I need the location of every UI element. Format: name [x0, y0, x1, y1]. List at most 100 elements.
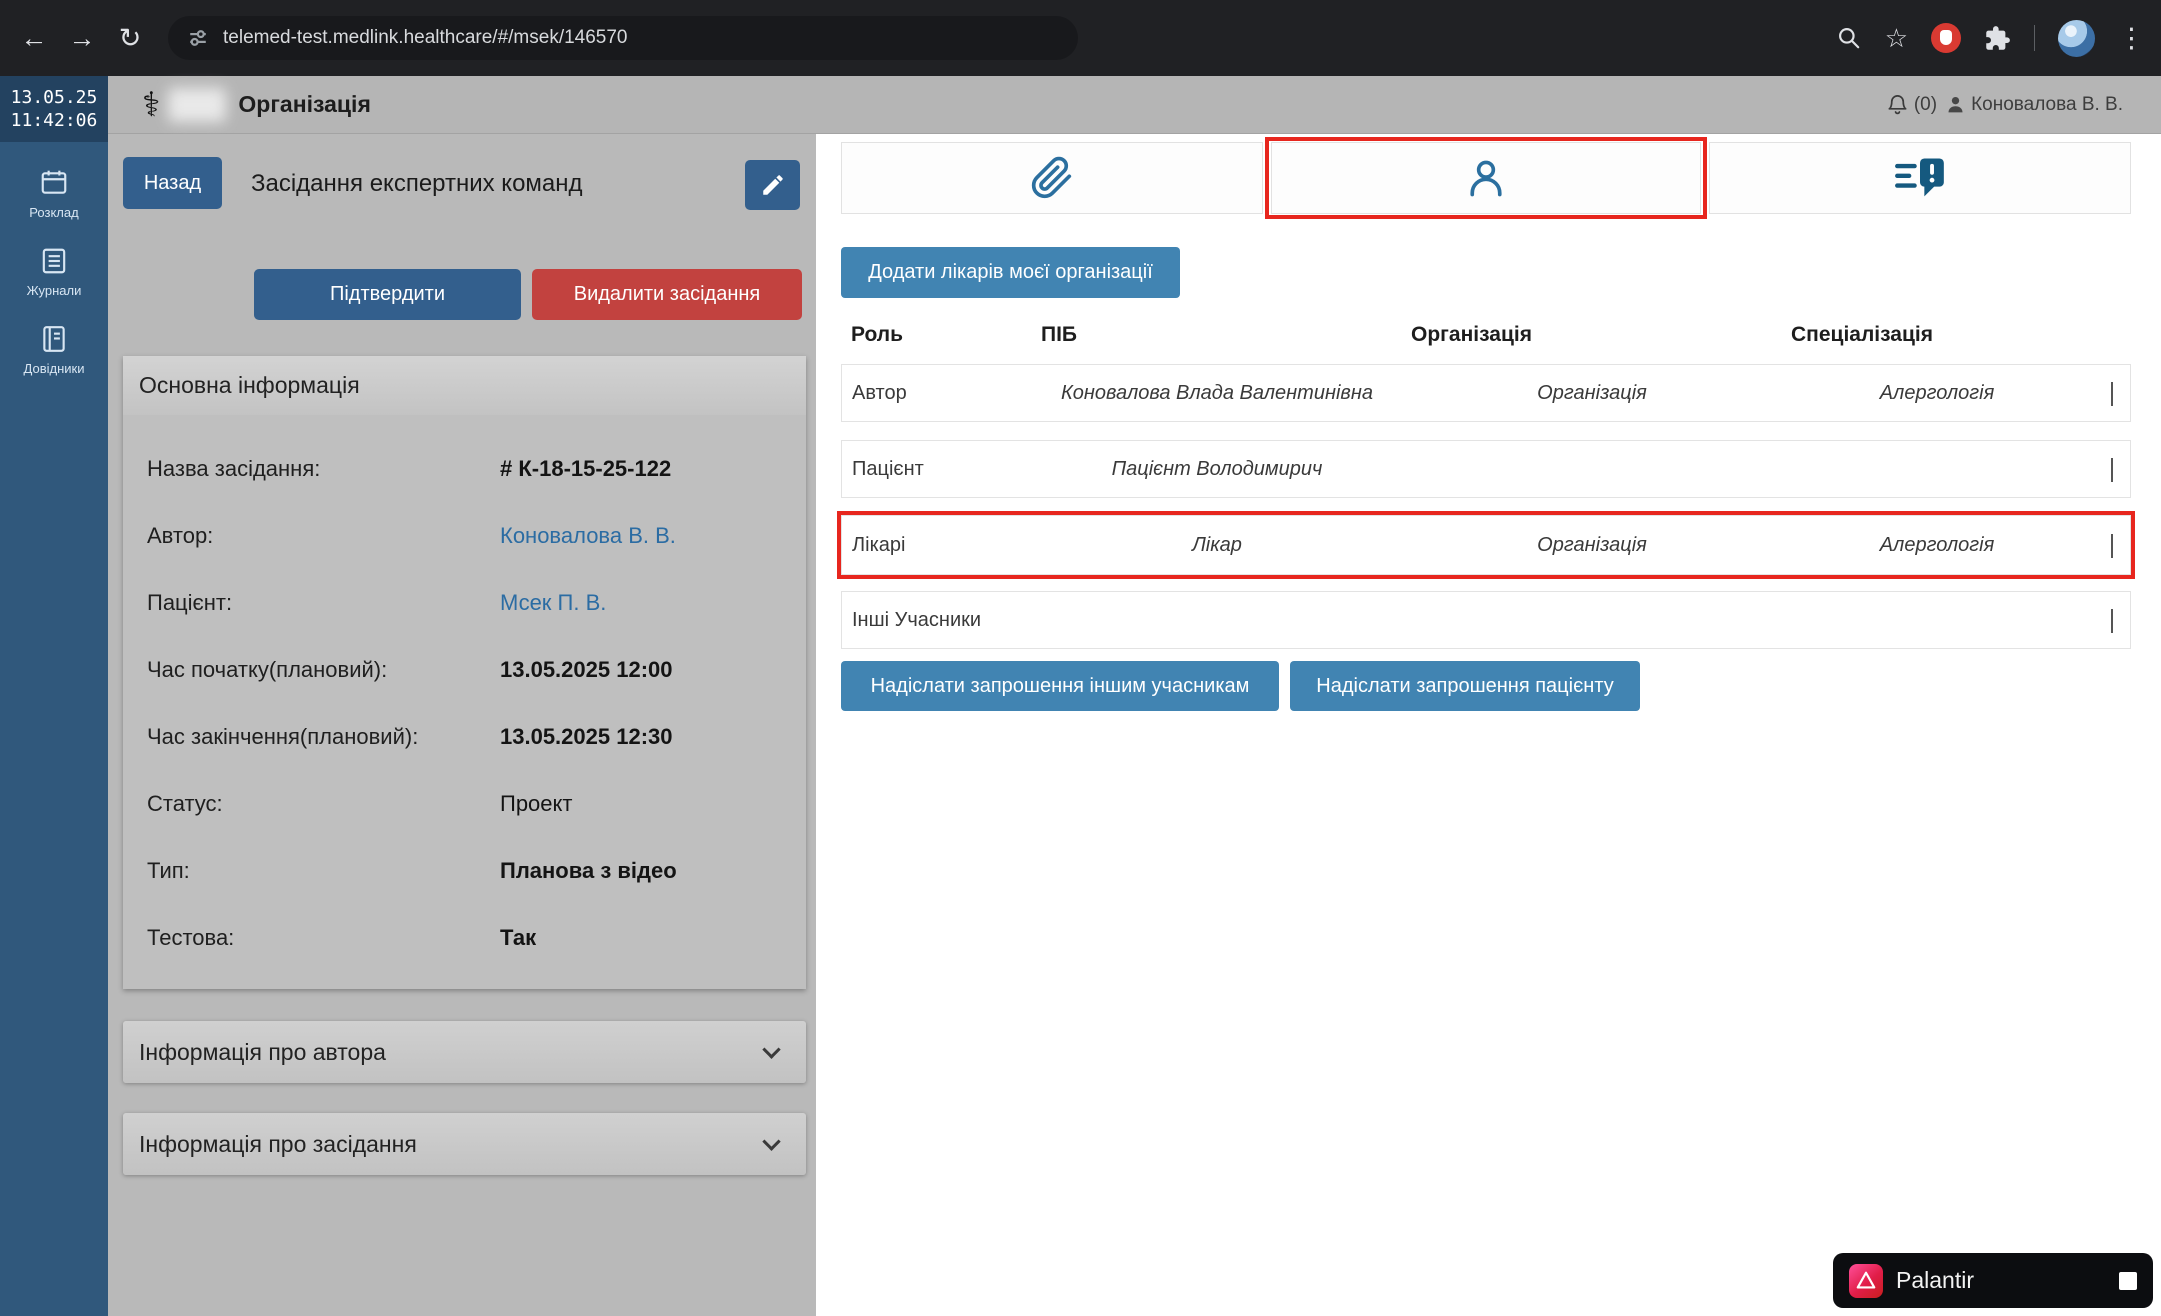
site-settings-icon[interactable]	[188, 28, 208, 48]
column-organization: Організація	[1401, 323, 1781, 347]
cell-specialization: Алергологія	[1880, 382, 1995, 405]
app-sidebar: 13.05.25 11:42:06 Розклад Журнали	[0, 76, 108, 1316]
notifications-count: (0)	[1914, 94, 1937, 116]
browser-profile-avatar[interactable]	[2058, 20, 2095, 57]
extensions-puzzle-icon[interactable]	[1984, 25, 2011, 52]
bookmark-star-icon[interactable]: ☆	[1885, 23, 1908, 54]
chat-alert-icon	[1894, 156, 1946, 200]
cell-organization: Організація	[1537, 382, 1647, 405]
palantir-logo-icon	[1849, 1264, 1883, 1298]
participant-row-others[interactable]: Інші Учасники	[841, 591, 2131, 649]
clock-time: 11:42:06	[11, 109, 98, 132]
url-bar[interactable]: telemed-test.medlink.healthcare/#/msek/1…	[168, 16, 1078, 60]
chevron-down-icon[interactable]	[2111, 458, 2113, 482]
back-icon[interactable]: ←	[10, 23, 58, 54]
sidebar-item-schedule[interactable]: Розклад	[0, 168, 108, 220]
cell-name: Коновалова Влада Валентинівна	[1061, 382, 1373, 405]
info-label: Час початку(плановий):	[147, 657, 387, 683]
sidebar-item-label: Розклад	[29, 205, 78, 220]
section-label: Інформація про автора	[139, 1039, 386, 1066]
cell-name: Лікар	[1192, 534, 1242, 557]
confirm-button[interactable]: Підтвердити	[254, 269, 521, 320]
invite-patient-button[interactable]: Надіслати запрошення пацієнту	[1290, 661, 1640, 711]
toolbar-divider	[2034, 25, 2035, 51]
participant-row-doctors[interactable]: Лікарі Лікар Організація Алергологія	[841, 515, 2131, 575]
meeting-title: Засідання експертних команд	[251, 170, 583, 198]
cell-organization: Організація	[1537, 534, 1647, 557]
participants-table-header: Роль ПІБ Організація Спеціалізація	[841, 314, 2131, 356]
info-row-test: Тестова: Так	[123, 904, 806, 971]
info-label: Тестова:	[147, 925, 234, 951]
info-value: Планова з відео	[500, 858, 677, 884]
sidebar-item-label: Довідники	[24, 361, 85, 376]
author-info-section[interactable]: Інформація про автора	[123, 1021, 806, 1083]
info-value: # К-18-15-25-122	[500, 456, 671, 482]
info-value: 13.05.2025 12:00	[500, 657, 673, 683]
cell-specialization: Алергологія	[1880, 534, 1995, 557]
reload-icon[interactable]: ↻	[106, 23, 154, 54]
chevron-down-icon[interactable]	[2111, 382, 2113, 406]
participants-panel: Додати лікарів моєї організації Роль ПІБ…	[816, 134, 2161, 1316]
sidebar-item-references[interactable]: Довідники	[0, 324, 108, 376]
info-value: Так	[500, 925, 536, 951]
main-info-list: Назва засідання: # К-18-15-25-122 Автор:…	[123, 415, 806, 971]
search-icon[interactable]	[1836, 25, 1862, 51]
info-value: 13.05.2025 12:30	[500, 724, 673, 750]
palantir-widget: Palantir	[1833, 1253, 2153, 1308]
info-row-type: Тип: Планова з відео	[123, 837, 806, 904]
cell-role: Інші Учасники	[842, 609, 1032, 632]
author-link[interactable]: Коновалова В. В.	[500, 523, 676, 549]
sidebar-item-label: Журнали	[27, 283, 82, 298]
person-icon	[1464, 156, 1508, 200]
tab-messages[interactable]	[1709, 142, 2131, 214]
clock-date: 13.05.25	[11, 86, 98, 109]
clock: 13.05.25 11:42:06	[0, 76, 108, 142]
header-actions: (0) Коновалова В. В.	[1886, 93, 2123, 116]
tab-participants[interactable]	[1271, 142, 1701, 214]
user-menu[interactable]: Коновалова В. В.	[1945, 94, 2123, 116]
edit-button[interactable]	[745, 160, 800, 210]
info-value: Проект	[500, 791, 572, 817]
chevron-down-icon[interactable]	[2111, 609, 2113, 633]
info-row-patient: Пацієнт: Мсек П. В.	[123, 569, 806, 636]
palantir-stop-button[interactable]	[2119, 1272, 2137, 1290]
cell-role: Лікарі	[842, 534, 1032, 557]
palantir-label: Palantir	[1896, 1267, 2106, 1294]
info-row-start-time: Час початку(плановий): 13.05.2025 12:00	[123, 636, 806, 703]
caduceus-icon: ⚕	[142, 88, 160, 122]
participant-row-patient[interactable]: Пацієнт Пацієнт Володимирич	[841, 440, 2131, 498]
add-doctors-button[interactable]: Додати лікарів моєї організації	[841, 247, 1180, 298]
screen: ← → ↻ telemed-test.medlink.healthcare/#/…	[0, 0, 2161, 1316]
paperclip-icon	[1030, 156, 1074, 200]
calendar-icon	[39, 168, 69, 198]
info-row-author: Автор: Коновалова В. В.	[123, 502, 806, 569]
app-header: ⚕ Організація (0) Коновалова В. В.	[108, 76, 2161, 134]
section-label: Інформація про засідання	[139, 1131, 417, 1158]
invite-others-button[interactable]: Надіслати запрошення іншим учасникам	[841, 661, 1279, 711]
journals-icon	[39, 246, 69, 276]
adblock-extension-icon[interactable]	[1931, 23, 1961, 53]
chevron-down-icon	[762, 1132, 780, 1150]
chevron-down-icon	[762, 1040, 780, 1058]
user-name: Коновалова В. В.	[1971, 94, 2123, 116]
meeting-info-section[interactable]: Інформація про засідання	[123, 1113, 806, 1175]
url-text: telemed-test.medlink.healthcare/#/msek/1…	[223, 27, 628, 49]
pencil-icon	[760, 172, 786, 198]
tab-attachments[interactable]	[841, 142, 1263, 214]
delete-meeting-button[interactable]: Видалити засідання	[532, 269, 802, 320]
patient-link[interactable]: Мсек П. В.	[500, 590, 606, 616]
back-button[interactable]: Назад	[123, 157, 222, 209]
forward-icon[interactable]: →	[58, 23, 106, 54]
chevron-down-icon[interactable]	[2111, 534, 2113, 558]
browser-toolbar: ← → ↻ telemed-test.medlink.healthcare/#/…	[0, 0, 2161, 76]
main-info-header: Основна інформація	[123, 356, 806, 415]
reference-book-icon	[39, 324, 69, 354]
column-name: ПІБ	[1031, 323, 1401, 347]
user-icon	[1945, 94, 1966, 115]
notifications[interactable]: (0)	[1886, 93, 1937, 116]
participant-row-author[interactable]: Автор Коновалова Влада Валентинівна Орга…	[841, 364, 2131, 422]
info-label: Пацієнт:	[147, 590, 232, 616]
info-label: Час закінчення(плановий):	[147, 724, 418, 750]
sidebar-item-journals[interactable]: Журнали	[0, 246, 108, 298]
browser-menu-icon[interactable]: ⋮	[2118, 23, 2145, 54]
